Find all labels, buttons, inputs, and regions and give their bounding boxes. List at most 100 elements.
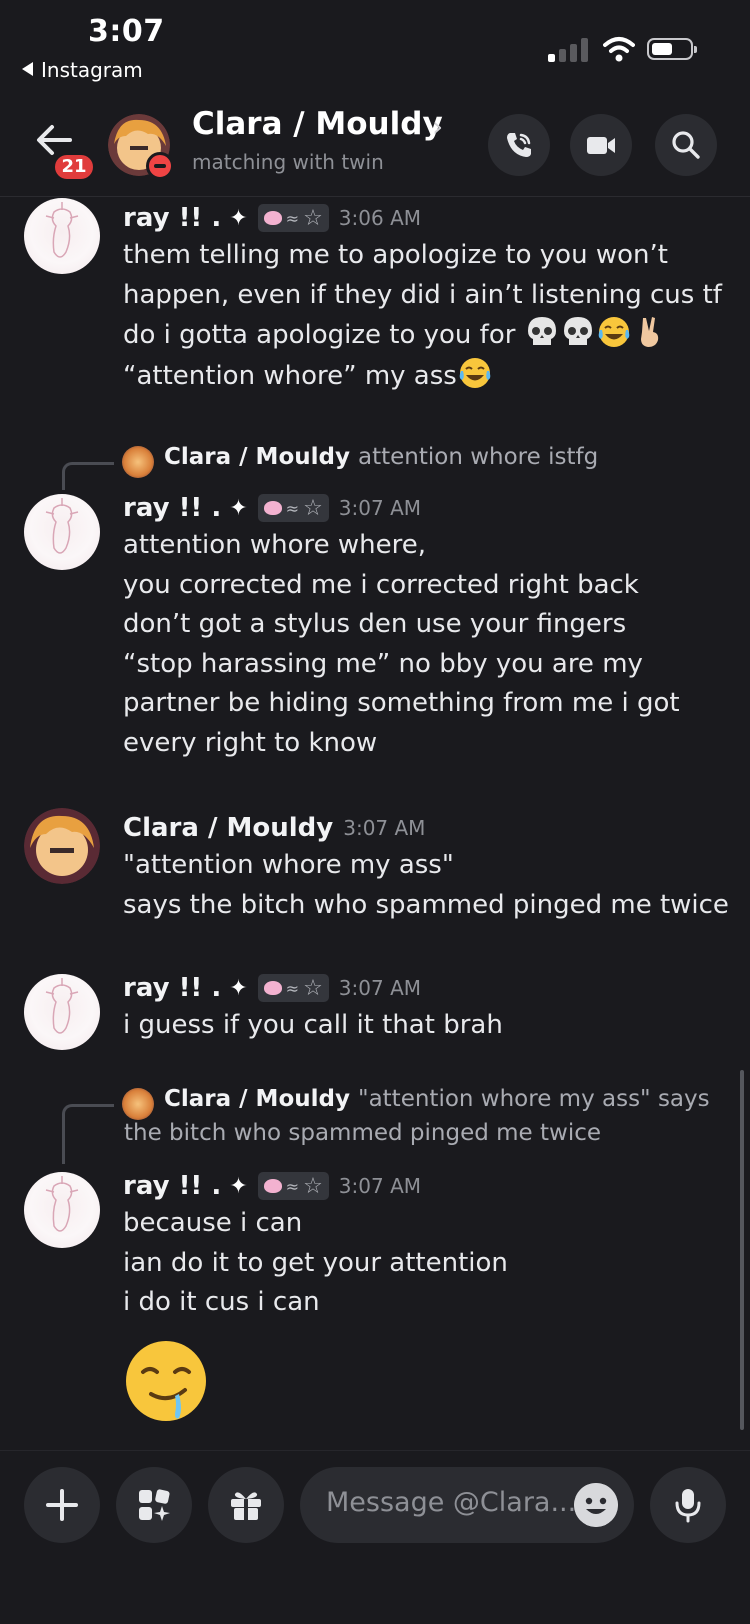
skull-emoji xyxy=(563,317,592,345)
chevron-right-icon[interactable]: › xyxy=(432,110,443,143)
video-call-button[interactable] xyxy=(570,114,632,176)
status-time: 3:07 xyxy=(88,14,165,49)
role-tag[interactable]: ≈ ☆ xyxy=(257,494,329,522)
lines-icon: ≈ xyxy=(285,208,300,228)
message-input[interactable]: Message @Clara... xyxy=(300,1467,634,1543)
unread-badge: 21 xyxy=(52,152,96,182)
author-name[interactable]: Clara / Mouldy xyxy=(123,813,333,843)
reply-connector xyxy=(62,1104,114,1164)
message[interactable]: Clara / Mouldy 3:07 AM "attention whore … xyxy=(123,810,733,925)
lines-icon: ≈ xyxy=(285,1176,300,1196)
dnd-status-icon xyxy=(146,152,174,180)
message-line: happen, even if they did i ain’t listeni… xyxy=(123,279,722,310)
cellular-signal-icon xyxy=(548,38,590,62)
pink-heart-icon xyxy=(263,981,282,995)
phone-icon xyxy=(507,133,531,157)
gift-icon xyxy=(231,1492,261,1520)
star-icon: ☆ xyxy=(303,975,323,1001)
message-line: attention whore where, xyxy=(123,530,427,560)
voice-call-button[interactable] xyxy=(488,114,550,176)
wifi-icon xyxy=(603,37,635,62)
lines-icon: ≈ xyxy=(285,978,300,998)
clara-avatar[interactable] xyxy=(24,808,100,884)
message[interactable]: ray !! . ✦ ≈ ☆ 3:07 AM attention whore wh… xyxy=(123,490,733,763)
message[interactable]: ray !! . ✦ ≈ ☆ 3:07 AM i guess if you cal… xyxy=(123,970,733,1046)
sparkle-icon: ✦ xyxy=(229,205,248,231)
reply-text: attention whore istfg xyxy=(357,444,599,470)
emoji-picker-icon[interactable] xyxy=(574,1483,618,1527)
timestamp: 3:07 AM xyxy=(338,976,422,1000)
reply-text: the bitch who spammed pinged me twice xyxy=(124,1120,602,1146)
dm-custom-status: matching with twin xyxy=(192,150,384,174)
message-line: i do it cus i can xyxy=(123,1287,320,1317)
message-line: you corrected me i corrected right back xyxy=(123,569,639,600)
message-line: do i gotta apologize to you for xyxy=(123,320,516,350)
drooling-face-emoji xyxy=(126,1341,206,1421)
timestamp: 3:06 AM xyxy=(338,206,422,230)
message-line: because i can xyxy=(123,1208,303,1238)
back-app-label: Instagram xyxy=(41,58,143,82)
message-line: don’t got a stylus den use your fingers xyxy=(123,609,627,639)
apps-icon xyxy=(139,1489,170,1521)
reply-text: "attention whore my ass" says xyxy=(357,1086,710,1112)
lines-icon: ≈ xyxy=(285,498,300,518)
timestamp: 3:07 AM xyxy=(343,816,426,840)
microphone-icon xyxy=(675,1489,701,1523)
pink-heart-icon xyxy=(263,211,282,225)
timestamp: 3:07 AM xyxy=(338,1174,422,1198)
message-line: ian do it to get your attention xyxy=(123,1247,508,1278)
reply-avatar xyxy=(122,1088,154,1120)
role-tag[interactable]: ≈ ☆ xyxy=(257,204,329,232)
back-triangle-icon xyxy=(22,62,33,76)
ray-avatar[interactable] xyxy=(24,494,100,570)
message-line: partner be hiding something from me i go… xyxy=(123,688,680,718)
role-tag[interactable]: ≈ ☆ xyxy=(257,974,329,1002)
dm-title[interactable]: Clara / Mouldy xyxy=(192,106,443,142)
scrollbar[interactable] xyxy=(740,1070,744,1430)
author-name[interactable]: ray !! . xyxy=(123,1171,221,1201)
reply-author: Clara / Mouldy xyxy=(164,444,350,470)
plus-icon xyxy=(46,1489,78,1521)
message-input-placeholder: Message @Clara... xyxy=(326,1487,577,1518)
sparkle-icon: ✦ xyxy=(229,495,248,521)
sparkle-icon: ✦ xyxy=(229,1173,248,1199)
tears-of-joy-emoji xyxy=(459,357,491,388)
video-camera-icon xyxy=(587,137,615,154)
skull-emoji xyxy=(527,317,556,345)
ray-avatar[interactable] xyxy=(24,974,100,1050)
victory-hand-emoji xyxy=(640,317,658,347)
author-name[interactable]: ray !! . xyxy=(123,493,221,523)
apps-button[interactable] xyxy=(116,1467,192,1543)
star-icon: ☆ xyxy=(303,495,323,521)
reply-avatar xyxy=(122,446,154,478)
timestamp: 3:07 AM xyxy=(338,496,422,520)
sparkle-icon: ✦ xyxy=(229,975,248,1001)
message-line: “attention whore” my ass xyxy=(123,360,457,391)
message-line: “stop harassing me” no bby you are my xyxy=(123,648,643,679)
message[interactable]: ray !! . ✦ ≈ ☆ 3:06 AM them telling me to… xyxy=(123,200,733,396)
gift-button[interactable] xyxy=(208,1467,284,1543)
message-line: "attention whore my ass" xyxy=(123,850,454,880)
pink-heart-icon xyxy=(263,1179,282,1193)
message[interactable]: ray !! . ✦ ≈ ☆ 3:07 AM because i can ian … xyxy=(123,1168,733,1323)
dm-header: 21 Clara / Mouldy › matching with twin xyxy=(0,96,750,197)
back-to-app-link[interactable]: Instagram xyxy=(22,58,143,82)
author-name[interactable]: ray !! . xyxy=(123,203,221,233)
reply-author: Clara / Mouldy xyxy=(164,1086,350,1112)
message-line: every right to know xyxy=(123,727,378,758)
search-button[interactable] xyxy=(655,114,717,176)
message-line: i guess if you call it that brah xyxy=(123,1010,503,1040)
composer-bar: Message @Clara... xyxy=(0,1450,750,1624)
pink-heart-icon xyxy=(263,501,282,515)
author-name[interactable]: ray !! . xyxy=(123,973,221,1003)
star-icon: ☆ xyxy=(303,205,323,231)
ray-avatar[interactable] xyxy=(24,198,100,274)
add-attachment-button[interactable] xyxy=(24,1467,100,1543)
status-bar: 3:07 Instagram xyxy=(0,0,750,92)
role-tag[interactable]: ≈ ☆ xyxy=(257,1172,329,1200)
voice-message-button[interactable] xyxy=(650,1467,726,1543)
message-line: them telling me to apologize to you won’… xyxy=(123,240,668,270)
ray-avatar[interactable] xyxy=(24,1172,100,1248)
battery-icon xyxy=(647,38,697,60)
tears-of-joy-emoji xyxy=(598,317,629,347)
